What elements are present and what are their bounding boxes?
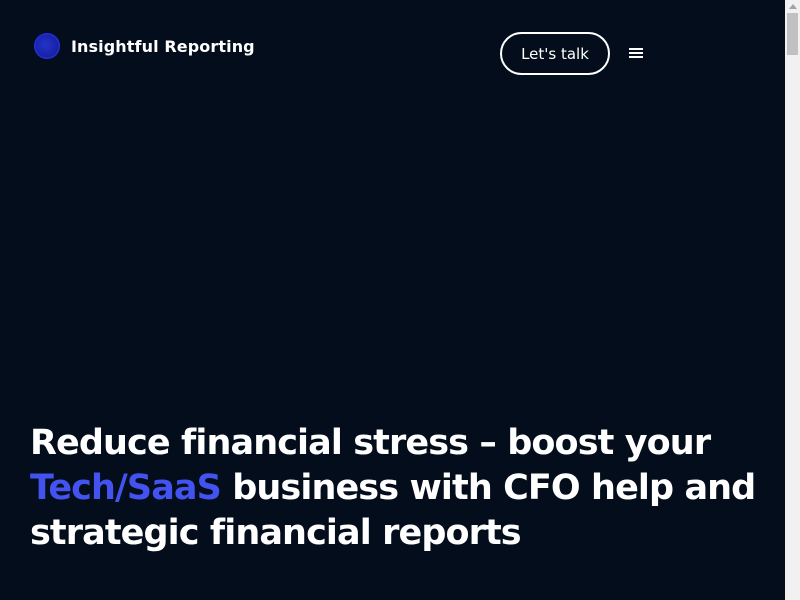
- hamburger-menu-icon: [629, 48, 643, 58]
- menu-button[interactable]: [626, 42, 646, 64]
- brand-name: Insightful Reporting: [71, 36, 255, 56]
- hero-heading-part1: Reduce financial stress – boost your: [30, 423, 711, 463]
- lets-talk-button[interactable]: Let's talk: [500, 32, 610, 75]
- vertical-scrollbar[interactable]: [785, 0, 800, 600]
- brand-link[interactable]: Insightful Reporting: [34, 33, 255, 59]
- logo-icon: [34, 33, 60, 59]
- page: Insightful Reporting Let's talk Reduce f…: [0, 0, 785, 600]
- scroll-thumb[interactable]: [787, 13, 798, 55]
- scroll-up-arrow-icon[interactable]: [789, 4, 797, 9]
- hero-heading-accent: Tech/SaaS: [30, 468, 222, 508]
- hero-heading: Reduce financial stress – boost your Tec…: [30, 421, 770, 556]
